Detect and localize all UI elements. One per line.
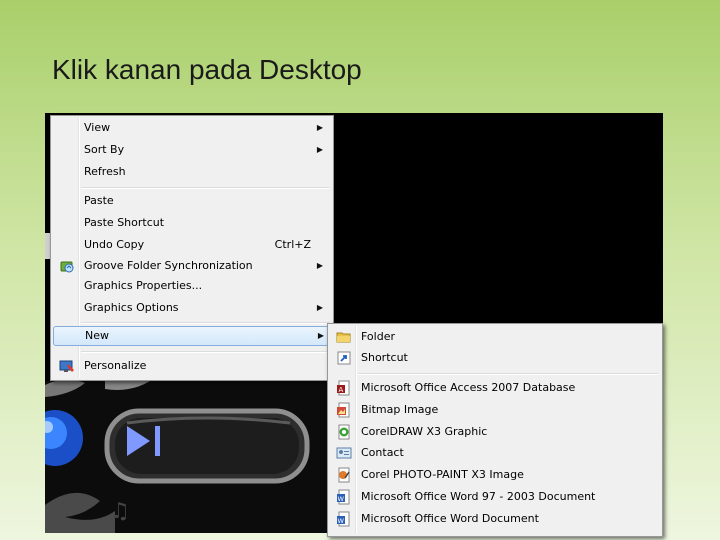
submenu-item-label: Microsoft Office Word Document <box>361 512 539 525</box>
slide-title: Klik kanan pada Desktop <box>52 54 362 85</box>
submenu-arrow-icon: ▶ <box>316 261 323 270</box>
menu-item-personalize[interactable]: Personalize <box>53 356 329 376</box>
submenu-item-label: Bitmap Image <box>361 403 439 416</box>
submenu-item-access-database[interactable]: A Microsoft Office Access 2007 Database <box>330 378 660 398</box>
submenu-item-bitmap-image[interactable]: Bitmap Image <box>330 400 660 420</box>
menu-item-label: New <box>85 329 109 342</box>
submenu-item-label: Folder <box>361 330 395 343</box>
menu-item-new[interactable]: New ▶ <box>53 326 331 346</box>
submenu-arrow-icon: ▶ <box>316 303 323 312</box>
submenu-item-word-document[interactable]: W Microsoft Office Word Document <box>330 509 660 529</box>
submenu-arrow-icon: ▶ <box>317 331 324 340</box>
menu-item-undo-copy[interactable]: Undo Copy Ctrl+Z <box>53 235 329 255</box>
groove-sync-icon <box>60 261 74 273</box>
coreldraw-file-icon <box>338 424 350 440</box>
menu-item-refresh[interactable]: Refresh <box>53 162 329 182</box>
personalize-icon <box>59 360 74 372</box>
music-note-icon: ♫ <box>110 499 130 524</box>
submenu-item-label: Microsoft Office Access 2007 Database <box>361 381 576 394</box>
submenu-item-photopaint-image[interactable]: Corel PHOTO-PAINT X3 Image <box>330 465 660 485</box>
photopaint-file-icon <box>338 467 350 483</box>
menu-item-paste-shortcut[interactable]: Paste Shortcut <box>53 213 329 233</box>
menu-separator <box>81 351 329 353</box>
menu-item-graphics-options[interactable]: Graphics Options ▶ <box>53 298 329 318</box>
menu-item-label: Graphics Properties... <box>84 279 203 292</box>
menu-item-label: Undo Copy <box>84 238 145 251</box>
menu-item-paste[interactable]: Paste <box>53 191 329 211</box>
new-submenu: Folder Shortcut A Microsoft Office Acces… <box>327 323 663 537</box>
play-bar-icon <box>155 426 160 456</box>
menu-item-label: View <box>84 121 111 134</box>
submenu-item-folder[interactable]: Folder <box>330 327 660 347</box>
submenu-item-word-97-2003-document[interactable]: W Microsoft Office Word 97 - 2003 Docume… <box>330 487 660 507</box>
menu-item-label: Graphics Options <box>84 301 179 314</box>
menu-separator <box>81 322 329 324</box>
folder-icon <box>336 332 351 343</box>
menu-item-sort-by[interactable]: Sort By ▶ <box>53 140 329 160</box>
submenu-item-label: Corel PHOTO-PAINT X3 Image <box>361 468 524 481</box>
submenu-item-label: Microsoft Office Word 97 - 2003 Document <box>361 490 596 503</box>
svg-text:W: W <box>338 495 345 503</box>
menu-item-label: Groove Folder Synchronization <box>84 259 253 272</box>
submenu-item-coreldraw-graphic[interactable]: CorelDRAW X3 Graphic <box>330 422 660 442</box>
menu-item-label: Sort By <box>84 143 125 156</box>
submenu-item-label: CorelDRAW X3 Graphic <box>361 425 488 438</box>
menu-item-label: Refresh <box>84 165 126 178</box>
bitmap-file-icon <box>337 402 350 418</box>
menu-item-groove-sync[interactable]: Groove Folder Synchronization ▶ <box>53 256 329 276</box>
menu-separator <box>358 373 658 375</box>
contact-file-icon <box>336 447 352 459</box>
svg-text:W: W <box>338 517 345 525</box>
menu-item-label: Paste <box>84 194 114 207</box>
submenu-arrow-icon: ▶ <box>316 145 323 154</box>
desktop-context-menu: View ▶ Sort By ▶ Refresh Paste Paste Sho… <box>50 115 334 381</box>
word-doc-icon: W <box>337 489 350 505</box>
word-docx-icon: W <box>337 511 350 527</box>
access-file-icon: A <box>337 380 350 396</box>
menu-item-graphics-properties[interactable]: Graphics Properties... <box>53 276 329 296</box>
submenu-arrow-icon: ▶ <box>316 123 323 132</box>
submenu-item-label: Contact <box>361 446 404 459</box>
submenu-item-contact[interactable]: Contact <box>330 443 660 463</box>
menu-item-label: Personalize <box>84 359 147 372</box>
svg-text:A: A <box>339 386 344 394</box>
menu-item-shortcut: Ctrl+Z <box>274 238 311 251</box>
submenu-item-label: Shortcut <box>361 351 408 364</box>
shortcut-icon <box>337 351 351 365</box>
menu-item-view[interactable]: View ▶ <box>53 118 329 138</box>
menu-item-label: Paste Shortcut <box>84 216 165 229</box>
menu-separator <box>81 187 329 189</box>
submenu-item-shortcut[interactable]: Shortcut <box>330 348 660 368</box>
